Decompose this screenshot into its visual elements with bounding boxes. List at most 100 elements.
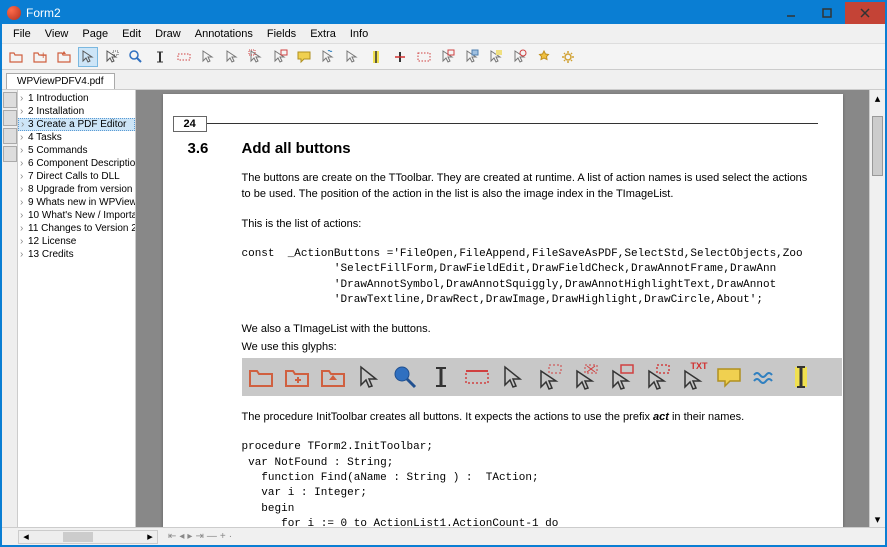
paragraph-4: We use this glyphs: — [242, 340, 818, 356]
paragraph-5: The procedure InitToolbar creates all bu… — [242, 410, 818, 426]
glyph-folder-icon — [246, 362, 276, 392]
cursor-frame-icon[interactable] — [270, 47, 290, 67]
cursor-circle-icon[interactable] — [510, 47, 530, 67]
nav-thumb-1[interactable] — [3, 92, 17, 108]
outline-item[interactable]: 4 Tasks — [18, 131, 135, 144]
glyph-form-rect-icon — [462, 362, 492, 392]
menu-page[interactable]: Page — [75, 26, 115, 42]
nav-thumb-4[interactable] — [3, 146, 17, 162]
nav-thumb-3[interactable] — [3, 128, 17, 144]
outline-item[interactable]: 10 What's New / Important — [18, 209, 135, 222]
glyph-squiggly-icon — [750, 362, 780, 392]
select-std-icon[interactable] — [78, 47, 98, 67]
maximize-button[interactable] — [809, 2, 845, 24]
menu-edit[interactable]: Edit — [115, 26, 148, 42]
outline-item[interactable]: 12 License — [18, 235, 135, 248]
status-sep: — — [207, 531, 217, 542]
scroll-track[interactable] — [870, 106, 885, 511]
hscroll-thumb[interactable] — [63, 532, 93, 542]
section-heading: 3.6 Add all buttons — [188, 140, 818, 157]
paragraph-1: The buttons are create on the TToolbar. … — [242, 171, 818, 203]
file-open-icon[interactable] — [6, 47, 26, 67]
close-button[interactable] — [845, 2, 885, 24]
paragraph-2: This is the list of actions: — [242, 217, 818, 233]
outline-item[interactable]: 3 Create a PDF Editor — [18, 118, 135, 131]
status-icons: ⇤ ◂ ▸ ⇥ — + · — [168, 531, 232, 542]
cursor-rect-icon[interactable] — [246, 47, 266, 67]
menu-annotations[interactable]: Annotations — [188, 26, 260, 42]
glyph-folder-plus-icon — [282, 362, 312, 392]
glyph-cursor-2-icon — [498, 362, 528, 392]
menu-file[interactable]: File — [6, 26, 38, 42]
star-icon[interactable] — [534, 47, 554, 67]
hscroll-right[interactable]: ▸ — [143, 531, 157, 543]
outline-item[interactable]: 9 Whats new in WPViewPD — [18, 196, 135, 209]
file-append-icon[interactable]: + — [30, 47, 50, 67]
section-title: Add all buttons — [242, 140, 351, 157]
content-area: 1 Introduction2 Installation3 Create a P… — [2, 90, 885, 527]
menu-draw[interactable]: Draw — [148, 26, 188, 42]
status-dot: · — [229, 531, 232, 542]
outline-item[interactable]: 1 Introduction — [18, 92, 135, 105]
cursor-squiggly-icon[interactable] — [318, 47, 338, 67]
cursor-box-dashed-icon[interactable] — [414, 47, 434, 67]
cursor-image-icon[interactable] — [462, 47, 482, 67]
cursor-feature-icon[interactable] — [342, 47, 362, 67]
vertical-scrollbar[interactable]: ▴ ▾ — [869, 90, 885, 527]
menu-fields[interactable]: Fields — [260, 26, 303, 42]
menubar: FileViewPageEditDrawAnnotationsFieldsExt… — [2, 24, 885, 44]
select-objects-icon[interactable] — [102, 47, 122, 67]
document-viewport[interactable]: 24 3.6 Add all buttons The buttons are c… — [136, 90, 869, 527]
document-tab[interactable]: WPViewPDFV4.pdf — [6, 73, 115, 89]
nav-thumb-2[interactable] — [3, 110, 17, 126]
app-icon — [7, 6, 21, 20]
outline-item[interactable]: 5 Commands — [18, 144, 135, 157]
cursor-highlight-icon[interactable] — [486, 47, 506, 67]
highlight-beam-icon[interactable] — [366, 47, 386, 67]
glyph-cursor-icon — [354, 362, 384, 392]
gear-icon[interactable] — [558, 47, 578, 67]
outline-item[interactable]: 2 Installation — [18, 105, 135, 118]
scroll-thumb[interactable] — [872, 116, 883, 176]
menu-info[interactable]: Info — [343, 26, 375, 42]
outline-item[interactable]: 6 Component Description — [18, 157, 135, 170]
outline-item[interactable]: 11 Changes to Version 2 — [18, 222, 135, 235]
cursor-tool-1-icon[interactable] — [198, 47, 218, 67]
comment-icon[interactable] — [294, 47, 314, 67]
file-save-icon[interactable] — [54, 47, 74, 67]
glyph-cursor-txt-icon: TXT — [678, 362, 708, 392]
text-cursor-icon[interactable] — [150, 47, 170, 67]
outline-item[interactable]: 8 Upgrade from version 2 — [18, 183, 135, 196]
page-number-box: 24 — [173, 116, 207, 132]
svg-text:+: + — [40, 50, 46, 62]
status-plus-icon[interactable]: + — [220, 531, 226, 542]
glyph-cursor-box-icon — [534, 362, 564, 392]
form-fill-icon[interactable] — [174, 47, 194, 67]
menu-view[interactable]: View — [38, 26, 76, 42]
glyph-cursor-x-icon — [570, 362, 600, 392]
horizontal-scrollbar[interactable]: ◂ ▸ — [18, 530, 158, 544]
scroll-up-arrow[interactable]: ▴ — [870, 90, 885, 106]
outline-item[interactable]: 13 Credits — [18, 248, 135, 261]
minimize-button[interactable] — [773, 2, 809, 24]
hscroll-left[interactable]: ◂ — [19, 531, 33, 543]
cursor-box-solid-icon[interactable] — [438, 47, 458, 67]
cursor-tool-2-icon[interactable] — [222, 47, 242, 67]
outline-panel: 1 Introduction2 Installation3 Create a P… — [18, 90, 136, 527]
strikethrough-icon[interactable] — [390, 47, 410, 67]
section-body: The buttons are create on the TToolbar. … — [242, 171, 818, 527]
zoom-icon[interactable] — [126, 47, 146, 67]
glyph-cursor-solid-box-icon — [606, 362, 636, 392]
status-last-icon[interactable]: ⇥ — [195, 531, 203, 542]
section-number: 3.6 — [188, 140, 218, 157]
scroll-down-arrow[interactable]: ▾ — [870, 511, 885, 527]
code-block-1: const _ActionButtons ='FileOpen,FileAppe… — [242, 247, 818, 309]
status-first-icon[interactable]: ⇤ — [168, 531, 176, 542]
menu-extra[interactable]: Extra — [303, 26, 343, 42]
statusbar: ◂ ▸ ⇤ ◂ ▸ ⇥ — + · — [2, 527, 885, 545]
glyph-folder-up-icon — [318, 362, 348, 392]
tabbar: WPViewPDFV4.pdf — [2, 70, 885, 90]
status-prev-icon[interactable]: ◂ — [179, 531, 184, 542]
outline-item[interactable]: 7 Direct Calls to DLL — [18, 170, 135, 183]
status-next-icon[interactable]: ▸ — [187, 531, 192, 542]
